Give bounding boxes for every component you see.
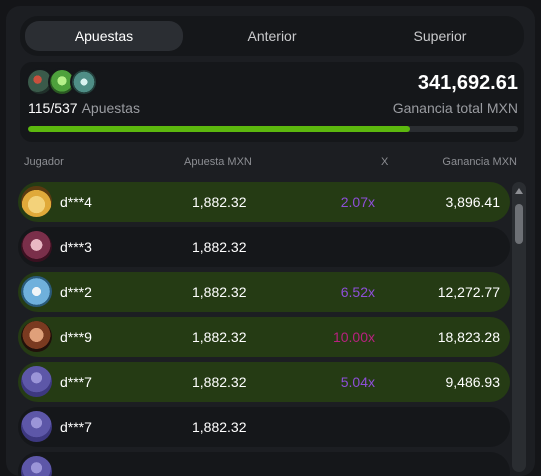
- bet-row: d***2 1,882.32 6.52x 12,272.77: [18, 272, 510, 312]
- player-name: d***2: [60, 284, 92, 300]
- list-scrollbar[interactable]: [512, 182, 526, 472]
- woman-avatar: [21, 231, 52, 262]
- win-amount: 9,486.93: [445, 374, 501, 390]
- player-name: d***7: [60, 374, 92, 390]
- bets-panel: Apuestas Anterior Superior 115/537 Apuest…: [6, 6, 535, 476]
- default-user-avatar: [21, 411, 52, 442]
- player-name: d***4: [60, 194, 92, 210]
- tab-bar: Apuestas Anterior Superior: [20, 16, 524, 56]
- rocket-avatar: [21, 276, 52, 307]
- bet-amount: 1,882.32: [192, 194, 247, 210]
- column-player: Jugador: [24, 156, 64, 168]
- bets-count-value: 115/537: [28, 100, 78, 116]
- multiplier: 2.07x: [340, 194, 375, 210]
- avatar-stack: [26, 68, 106, 96]
- bet-row: [18, 452, 510, 476]
- total-win-amount: 341,692.61: [417, 72, 518, 94]
- bet-amount: 1,882.32: [192, 239, 247, 255]
- player-name: d***3: [60, 239, 92, 255]
- bet-row: d***7 1,882.32: [18, 407, 510, 447]
- player-name: d***9: [60, 329, 92, 345]
- bet-row: d***4 1,882.32 2.07x 3,896.41: [18, 182, 510, 222]
- bet-row: d***9 1,882.32 10.00x 18,823.28: [18, 317, 510, 357]
- bald-man-avatar: [21, 321, 52, 352]
- win-amount: 12,272.77: [437, 284, 500, 300]
- progress-fill: [28, 126, 411, 132]
- default-user-avatar: [21, 366, 52, 397]
- tab-anterior[interactable]: Anterior: [193, 21, 351, 51]
- multiplier: 6.52x: [340, 284, 375, 300]
- tab-apuestas[interactable]: Apuestas: [25, 21, 183, 51]
- bet-amount: 1,882.32: [192, 284, 247, 300]
- scrollbar-thumb[interactable]: [515, 204, 523, 244]
- bet-row: d***7 1,882.32 5.04x 9,486.93: [18, 362, 510, 402]
- player-name: d***7: [60, 419, 92, 435]
- bets-summary: 115/537 Apuestas 341,692.61 Ganancia tota…: [20, 62, 524, 142]
- bet-amount: 1,882.32: [192, 374, 247, 390]
- multiplier: 5.04x: [340, 374, 375, 390]
- bets-progress-bar: [28, 126, 518, 132]
- tab-superior[interactable]: Superior: [361, 21, 519, 51]
- column-multiplier: X: [381, 156, 389, 168]
- win-amount: 18,823.28: [437, 329, 500, 345]
- win-amount: 3,896.41: [445, 194, 501, 210]
- scroll-up-icon[interactable]: [515, 188, 523, 194]
- column-bet: Apuesta MXN: [184, 156, 252, 168]
- total-win-label: Ganancia total MXN: [392, 100, 518, 116]
- bet-amount: 1,882.32: [192, 329, 247, 345]
- bet-row: d***3 1,882.32: [18, 227, 510, 267]
- bets-list[interactable]: d***4 1,882.32 2.07x 3,896.41 d***3 1,882.32 d…: [18, 182, 510, 476]
- column-headers: Jugador Apuesta MXN X Ganancia MXN: [6, 156, 535, 172]
- monopoly-man-avatar: [21, 186, 52, 217]
- bets-count-label: Apuestas: [81, 100, 140, 116]
- default-user-avatar: [21, 456, 52, 476]
- bet-amount: 1,882.32: [192, 419, 247, 435]
- column-win: Ganancia MXN: [442, 156, 517, 168]
- bets-count: 115/537 Apuestas: [28, 100, 140, 116]
- multiplier: 10.00x: [332, 329, 375, 345]
- avatar-icon-3: [70, 68, 98, 96]
